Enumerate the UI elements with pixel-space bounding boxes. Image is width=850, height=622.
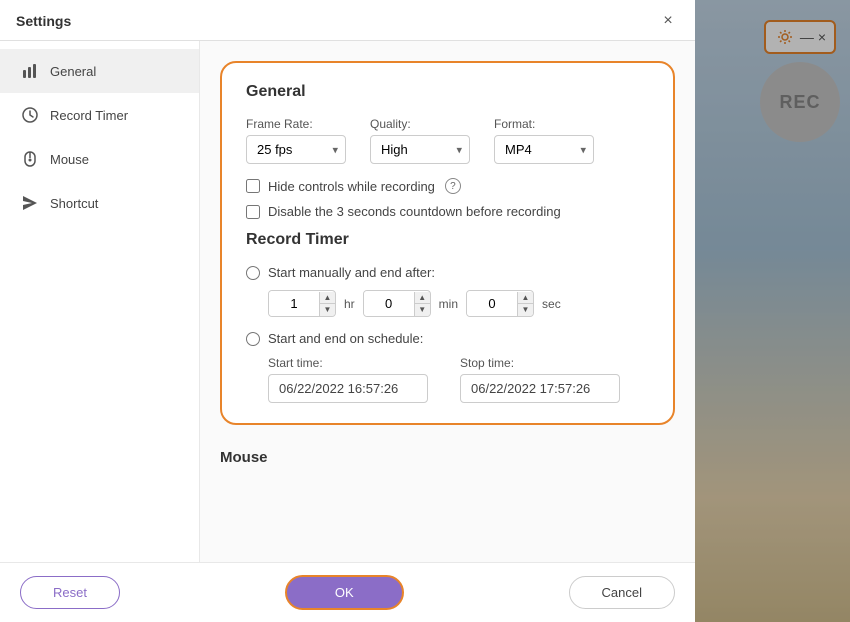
disable-countdown-checkbox[interactable]: [246, 205, 260, 219]
min-up-btn[interactable]: ▲: [414, 292, 430, 304]
dialog-titlebar: Settings ×: [0, 0, 695, 41]
sec-input-wrap: ▲ ▼: [466, 290, 534, 317]
hr-up-btn[interactable]: ▲: [319, 292, 335, 304]
frame-rate-label: Frame Rate:: [246, 117, 346, 131]
sidebar-item-mouse[interactable]: Mouse: [0, 137, 199, 181]
dialog-title: Settings: [16, 13, 71, 29]
hr-input[interactable]: [269, 291, 319, 316]
main-content: General Frame Rate: 25 fps 30 fps 60 fps: [200, 41, 695, 562]
schedule-label: Start and end on schedule:: [268, 331, 423, 346]
settings-dialog: Settings × General: [0, 0, 695, 622]
stop-time-group: Stop time:: [460, 356, 620, 403]
schedule-radio[interactable]: [246, 332, 260, 346]
sidebar-item-record-timer[interactable]: Record Timer: [0, 93, 199, 137]
sidebar-item-general[interactable]: General: [0, 49, 199, 93]
sidebar-label-mouse: Mouse: [50, 152, 89, 167]
dialog-close-button[interactable]: ×: [657, 10, 679, 32]
start-manually-label: Start manually and end after:: [268, 265, 435, 280]
mouse-section-peek: Mouse: [220, 441, 675, 466]
hide-controls-label: Hide controls while recording: [268, 179, 435, 194]
sidebar-item-shortcut[interactable]: Shortcut: [0, 181, 199, 225]
hr-input-wrap: ▲ ▼: [268, 290, 336, 317]
format-group: Format: MP4 AVI MOV: [494, 117, 594, 164]
quality-select-wrapper: High Medium Low: [370, 135, 470, 164]
sec-label: sec: [542, 297, 561, 311]
schedule-row: Start and end on schedule:: [246, 331, 649, 346]
reset-button[interactable]: Reset: [20, 576, 120, 609]
chart-icon: [20, 61, 40, 81]
sidebar-label-record-timer: Record Timer: [50, 108, 128, 123]
dialog-body: General Record Timer: [0, 41, 695, 562]
hr-label: hr: [344, 297, 355, 311]
stop-time-input[interactable]: [460, 374, 620, 403]
sec-input[interactable]: [467, 291, 517, 316]
min-input-wrap: ▲ ▼: [363, 290, 431, 317]
start-time-input[interactable]: [268, 374, 428, 403]
hide-controls-row: Hide controls while recording ?: [246, 178, 649, 194]
frame-rate-select-wrapper: 25 fps 30 fps 60 fps: [246, 135, 346, 164]
schedule-inputs: Start time: Stop time:: [268, 356, 649, 403]
sec-down-btn[interactable]: ▼: [517, 304, 533, 316]
format-select[interactable]: MP4 AVI MOV: [494, 135, 594, 164]
help-icon[interactable]: ?: [445, 178, 461, 194]
quality-label: Quality:: [370, 117, 470, 131]
timer-inputs: ▲ ▼ hr ▲ ▼ min: [268, 290, 649, 317]
quality-select[interactable]: High Medium Low: [370, 135, 470, 164]
start-manually-row: Start manually and end after:: [246, 265, 649, 280]
hide-controls-checkbox[interactable]: [246, 179, 260, 193]
general-section-card: General Frame Rate: 25 fps 30 fps 60 fps: [220, 61, 675, 425]
format-row: Frame Rate: 25 fps 30 fps 60 fps Quality…: [246, 117, 649, 164]
format-label: Format:: [494, 117, 594, 131]
hr-down-btn[interactable]: ▼: [319, 304, 335, 316]
start-manually-radio[interactable]: [246, 266, 260, 280]
ok-button[interactable]: OK: [285, 575, 404, 610]
min-input[interactable]: [364, 291, 414, 316]
quality-group: Quality: High Medium Low: [370, 117, 470, 164]
frame-rate-group: Frame Rate: 25 fps 30 fps 60 fps: [246, 117, 346, 164]
clock-icon: [20, 105, 40, 125]
format-select-wrapper: MP4 AVI MOV: [494, 135, 594, 164]
frame-rate-select[interactable]: 25 fps 30 fps 60 fps: [246, 135, 346, 164]
sec-up-btn[interactable]: ▲: [517, 292, 533, 304]
sec-spinners: ▲ ▼: [517, 292, 533, 316]
sidebar: General Record Timer: [0, 41, 200, 562]
cancel-button[interactable]: Cancel: [569, 576, 675, 609]
record-timer-title: Record Timer: [246, 231, 649, 249]
start-time-group: Start time:: [268, 356, 428, 403]
sidebar-label-shortcut: Shortcut: [50, 196, 98, 211]
send-icon: [20, 193, 40, 213]
dialog-footer: Reset OK Cancel: [0, 562, 695, 622]
hr-spinners: ▲ ▼: [319, 292, 335, 316]
stop-time-label: Stop time:: [460, 356, 620, 370]
min-spinners: ▲ ▼: [414, 292, 430, 316]
disable-countdown-row: Disable the 3 seconds countdown before r…: [246, 204, 649, 219]
mouse-icon: [20, 149, 40, 169]
sidebar-label-general: General: [50, 64, 96, 79]
record-timer-section: Record Timer Start manually and end afte…: [246, 231, 649, 403]
min-label: min: [439, 297, 458, 311]
min-down-btn[interactable]: ▼: [414, 304, 430, 316]
general-section-title: General: [246, 83, 649, 101]
disable-countdown-label: Disable the 3 seconds countdown before r…: [268, 204, 561, 219]
start-time-label: Start time:: [268, 356, 428, 370]
